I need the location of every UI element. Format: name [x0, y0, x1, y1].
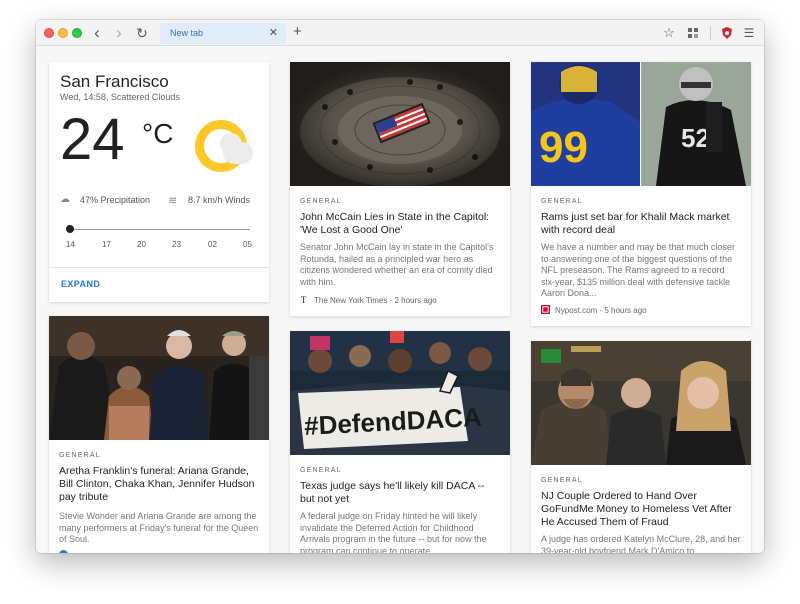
close-window-button[interactable]	[44, 28, 54, 38]
nypost-logo-icon	[541, 305, 550, 314]
forward-button[interactable]: ›	[110, 24, 128, 42]
toolbar-divider	[710, 26, 711, 40]
card-source-text: Nypost.com · 5 hours ago	[555, 306, 647, 315]
card-headline[interactable]: John McCain Lies in State in the Capitol…	[300, 211, 500, 237]
hour-tick: 05	[243, 240, 252, 249]
extensions-grid-icon[interactable]	[684, 24, 702, 42]
news-image	[531, 341, 751, 465]
expand-button[interactable]: EXPAND	[61, 279, 100, 289]
hour-tick: 14	[66, 240, 75, 249]
card-headline[interactable]: Texas judge says he'll likely kill DACA …	[300, 480, 500, 506]
hour-tick: 20	[137, 240, 146, 249]
source-logo-icon	[59, 550, 68, 553]
hour-tick: 17	[102, 240, 111, 249]
hourly-timeline-handle[interactable]	[66, 225, 74, 233]
news-image	[290, 62, 510, 186]
news-card[interactable]: 99 52 GENERAL Rams just set bar for Khal…	[531, 62, 751, 326]
card-source-text: The New York Times · 2 hours ago	[314, 296, 437, 305]
jersey-number: 52	[681, 123, 710, 153]
wind-icon: ≋	[168, 195, 178, 207]
news-image: 99 52	[531, 62, 751, 186]
divider	[49, 267, 269, 268]
weather-city: San Francisco	[60, 72, 169, 91]
card-headline[interactable]: Rams just set bar for Khalil Mack market…	[541, 211, 741, 237]
partly-cloudy-icon	[195, 120, 253, 172]
news-card[interactable]: #DefendDACA GENERAL Texas judge says he'…	[290, 331, 510, 553]
bookmark-star-icon[interactable]: ☆	[660, 24, 678, 42]
shield-extension-icon[interactable]	[718, 24, 736, 42]
tab-close-icon[interactable]: ✕	[269, 26, 278, 39]
news-card[interactable]: GENERAL NJ Couple Ordered to Hand Over G…	[531, 341, 751, 553]
new-tab-feed: San Francisco Wed, 14:58, Scattered Clou…	[36, 47, 764, 553]
card-excerpt: Stevie Wonder and Ariana Grande are amon…	[59, 511, 259, 544]
card-headline[interactable]: Aretha Franklin's funeral: Ariana Grande…	[59, 465, 259, 504]
card-source[interactable]: Nypost.com · 5 hours ago	[541, 305, 647, 315]
menu-icon[interactable]: ☰	[740, 24, 758, 42]
weather-subtitle: Wed, 14:58, Scattered Clouds	[60, 92, 180, 102]
weather-precipitation: 47% Precipitation	[80, 195, 151, 205]
precipitation-icon: ☁	[60, 194, 70, 205]
minimize-window-button[interactable]	[58, 28, 68, 38]
card-category: GENERAL	[300, 467, 342, 474]
tab-new-tab[interactable]: New tab ✕	[160, 23, 286, 44]
hour-tick: 23	[172, 240, 181, 249]
svg-text:T: T	[301, 295, 307, 304]
maximize-window-button[interactable]	[72, 28, 82, 38]
news-card[interactable]: GENERAL Aretha Franklin's funeral: Arian…	[49, 316, 269, 553]
card-excerpt: A judge has ordered Katelyn McClure, 28,…	[541, 534, 741, 553]
news-image: #DefendDACA	[290, 331, 510, 455]
tab-title: New tab	[170, 28, 204, 38]
card-category: GENERAL	[300, 198, 342, 205]
news-image	[49, 316, 269, 440]
weather-temperature: 24	[60, 107, 125, 172]
browser-window: ‹ › ↻ New tab ✕ + ☆ ☰ San Francisco Wed,…	[36, 20, 764, 553]
hour-tick: 02	[208, 240, 217, 249]
card-source[interactable]: T The New York Times · 2 hours ago	[300, 295, 437, 305]
new-tab-button[interactable]: +	[293, 23, 302, 40]
nyt-logo-icon: T	[301, 295, 307, 304]
card-category: GENERAL	[541, 198, 583, 205]
weather-unit: °C	[142, 118, 174, 149]
news-card[interactable]: GENERAL John McCain Lies in State in the…	[290, 62, 510, 316]
card-excerpt: We have a number and may be that much cl…	[541, 242, 735, 298]
back-button[interactable]: ‹	[88, 24, 106, 42]
title-bar: ‹ › ↻ New tab ✕ + ☆ ☰	[36, 20, 764, 46]
jersey-number: 99	[539, 123, 588, 172]
weather-card: San Francisco Wed, 14:58, Scattered Clou…	[49, 62, 269, 302]
card-excerpt: A federal judge on Friday hinted he will…	[300, 511, 487, 553]
card-excerpt: Senator John McCain lay in state in the …	[300, 242, 494, 287]
card-category: GENERAL	[541, 477, 583, 484]
reload-button[interactable]: ↻	[133, 24, 151, 42]
card-category: GENERAL	[59, 452, 101, 459]
hourly-timeline[interactable]	[70, 229, 250, 230]
weather-winds: 8.7 km/h Winds	[188, 195, 251, 205]
card-headline[interactable]: NJ Couple Ordered to Hand Over GoFundMe …	[541, 490, 741, 529]
